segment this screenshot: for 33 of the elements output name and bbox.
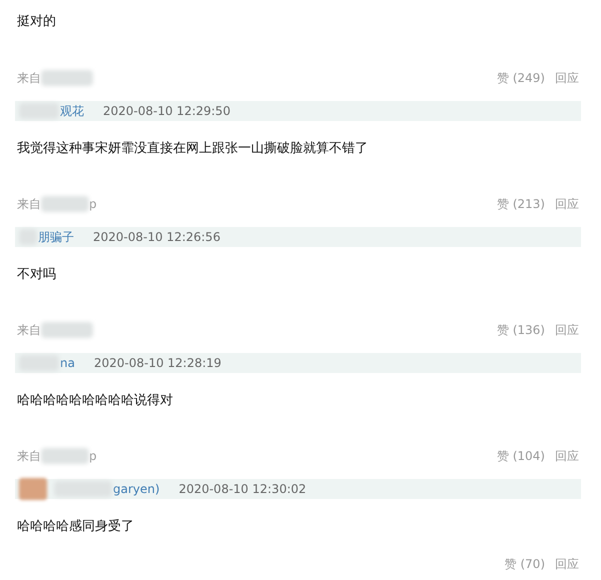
- like-link[interactable]: 赞 (70): [504, 555, 545, 573]
- source-label: 来自: [17, 448, 41, 465]
- reply-link[interactable]: 回应: [555, 195, 579, 213]
- redaction-blur: [41, 322, 93, 338]
- like-link[interactable]: 赞 (136): [496, 321, 545, 339]
- username-link[interactable]: na: [60, 354, 75, 372]
- reply-link[interactable]: 回应: [555, 447, 579, 465]
- source-label: 来自: [17, 70, 41, 87]
- source-text: p: [89, 196, 97, 213]
- like-link[interactable]: 赞 (104): [496, 447, 545, 465]
- comment-text: 哈哈哈哈哈哈哈哈哈说得对: [17, 392, 174, 410]
- comment-text: 我觉得这种事宋妍霏没直接在网上跟张一山撕破脸就算不错了: [17, 140, 369, 158]
- reply-link[interactable]: 回应: [555, 555, 579, 573]
- reply-link[interactable]: 回应: [555, 321, 579, 339]
- comment-text: 不对吗: [17, 266, 57, 284]
- comment-time: 2020-08-10 12:26:56: [93, 229, 220, 246]
- redaction-blur: [41, 196, 89, 212]
- comment-text: 哈哈哈哈感同身受了: [17, 518, 135, 536]
- comment-time: 2020-08-10 12:28:19: [94, 355, 222, 372]
- redaction-blur: [41, 448, 89, 464]
- comment-time: 2020-08-10 12:29:50: [103, 103, 230, 120]
- comment-time: 2020-08-10 12:30:02: [178, 481, 306, 498]
- reply-link[interactable]: 回应: [555, 69, 579, 87]
- username-link[interactable]: 朋骗子: [38, 228, 74, 246]
- source-label: 来自: [17, 196, 41, 213]
- username-link[interactable]: garyen): [113, 480, 160, 498]
- like-link[interactable]: 赞 (213): [496, 195, 545, 213]
- source-text: p: [89, 448, 97, 465]
- redaction-blur: [41, 70, 93, 86]
- username-link[interactable]: 观花: [60, 102, 84, 120]
- like-link[interactable]: 赞 (249): [496, 69, 545, 87]
- source-label: 来自: [17, 322, 41, 339]
- comment-text: 挺对的: [17, 13, 57, 31]
